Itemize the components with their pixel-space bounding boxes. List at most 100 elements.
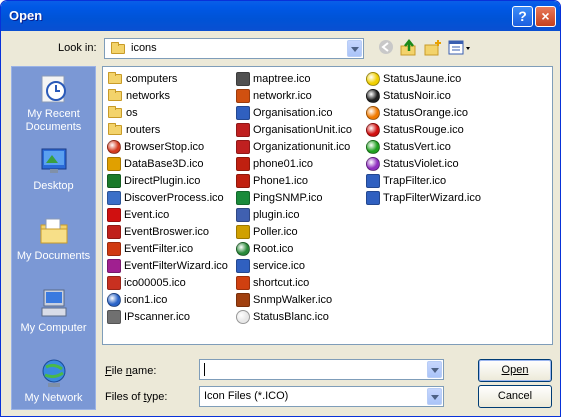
chevron-down-icon[interactable] [347,40,362,57]
file-item[interactable]: DataBase3D.ico [107,156,228,173]
look-in-dropdown[interactable]: icons [104,38,364,59]
place-desktop[interactable]: Desktop [12,145,95,193]
status-red-icon [366,123,380,138]
window-title: Open [9,8,43,23]
file-item[interactable]: DirectPlugin.ico [107,173,228,190]
file-item[interactable]: OrganisationUnit.ico [236,122,352,139]
file-item-label: SnmpWalker.ico [253,294,333,306]
up-folder-icon[interactable] [400,38,418,57]
discover-icon [107,191,121,206]
file-item[interactable]: networkr.ico [236,88,352,105]
file-item[interactable]: StatusRouge.ico [366,122,481,139]
service-icon [236,259,250,274]
file-item[interactable]: EventBroswer.ico [107,224,228,241]
place-my-computer[interactable]: My Computer [12,287,95,335]
file-item[interactable]: computers [107,71,228,88]
title-bar[interactable]: Open ? × [1,1,560,31]
file-item[interactable]: os [107,105,228,122]
recent-documents-icon [38,73,70,105]
status-white-icon [236,310,250,325]
file-item-label: StatusJaune.ico [383,73,462,85]
chevron-down-icon[interactable] [427,361,442,378]
image-icon [107,276,121,291]
place-my-documents[interactable]: My Documents [12,215,95,263]
file-item[interactable]: DiscoverProcess.ico [107,190,228,207]
file-item[interactable]: StatusBlanc.ico [236,309,352,326]
file-item[interactable]: StatusVert.ico [366,139,481,156]
database-icon [107,157,121,172]
file-item-label: service.ico [253,260,305,272]
place-my-recent-documents[interactable]: My Recent Documents [12,73,95,134]
scanner-icon [107,310,121,325]
file-item-label: phone01.ico [253,158,313,170]
organisation-icon [236,106,250,121]
plugin-icon [236,208,250,223]
file-item-label: computers [126,73,178,85]
file-item[interactable]: StatusJaune.ico [366,71,481,88]
views-menu-icon[interactable] [448,39,472,57]
poller-icon [236,225,250,240]
place-label: Desktop [33,180,74,192]
file-item[interactable]: Poller.ico [236,224,352,241]
cancel-button[interactable]: Cancel [478,385,552,408]
look-in-label: Look in: [58,42,97,54]
file-item-label: EventFilter.ico [124,243,194,255]
file-item[interactable]: StatusNoir.ico [366,88,481,105]
file-item-label: StatusViolet.ico [383,158,459,170]
file-item[interactable]: BrowserStop.ico [107,139,228,156]
file-item[interactable]: networks [107,88,228,105]
file-item[interactable]: service.ico [236,258,352,275]
file-column-2: maptree.ico networkr.ico Organisation.ico O… [236,71,352,326]
file-item[interactable]: icon1.ico [107,292,228,309]
organisation-unit-icon [236,123,250,138]
file-item-label: DirectPlugin.ico [124,175,201,187]
file-item[interactable]: StatusOrange.ico [366,105,481,122]
open-button[interactable]: Open [478,359,552,382]
file-item[interactable]: TrapFilterWizard.ico [366,190,481,207]
back-icon[interactable] [377,39,395,57]
file-item-label: Event.ico [124,209,170,221]
file-item[interactable]: IPscanner.ico [107,309,228,326]
chevron-down-icon[interactable] [427,388,442,405]
file-item-label: BrowserStop.ico [124,141,205,153]
file-item-label: networks [126,90,171,102]
globe-icon [107,293,121,308]
file-item[interactable]: Event.ico [107,207,228,224]
file-item[interactable]: maptree.ico [236,71,352,88]
network-icon [236,89,250,104]
status-orange-icon [366,106,380,121]
file-item[interactable]: Organizationunit.ico [236,139,352,156]
file-item[interactable]: PingSNMP.ico [236,190,352,207]
file-list[interactable]: computers networks os routers BrowserStop.ic… [102,66,553,345]
file-item[interactable]: ico00005.ico [107,275,228,292]
file-item-label: TrapFilterWizard.ico [383,192,481,204]
place-my-network[interactable]: My Network [12,357,95,405]
place-label: My Documents [16,250,91,262]
text-cursor [204,363,205,376]
file-item[interactable]: shortcut.ico [236,275,352,292]
folder-icon [108,106,122,119]
help-button[interactable]: ? [512,6,533,27]
file-item[interactable]: SnmpWalker.ico [236,292,352,309]
file-item[interactable]: StatusViolet.ico [366,156,481,173]
file-item-label: Organisation.ico [253,107,333,119]
file-item[interactable]: Root.ico [236,241,352,258]
file-item[interactable]: TrapFilter.ico [366,173,481,190]
file-item[interactable]: plugin.ico [236,207,352,224]
file-item[interactable]: EventFilter.ico [107,241,228,258]
file-item-label: DiscoverProcess.ico [124,192,224,204]
event-filter-wizard-icon [107,259,121,274]
file-item-label: Root.ico [253,243,294,255]
file-type-dropdown[interactable]: Icon Files (*.ICO) [199,386,444,407]
file-item[interactable]: routers [107,122,228,139]
file-item[interactable]: Organisation.ico [236,105,352,122]
ping-icon [236,191,250,206]
close-button[interactable]: × [535,6,556,27]
new-folder-icon[interactable] [424,39,442,57]
file-item-label: Organizationunit.ico [253,141,351,153]
file-item[interactable]: phone01.ico [236,156,352,173]
file-item[interactable]: Phone1.ico [236,173,352,190]
file-item-label: PingSNMP.ico [253,192,323,204]
file-name-input[interactable] [199,359,444,380]
file-item[interactable]: EventFilterWizard.ico [107,258,228,275]
